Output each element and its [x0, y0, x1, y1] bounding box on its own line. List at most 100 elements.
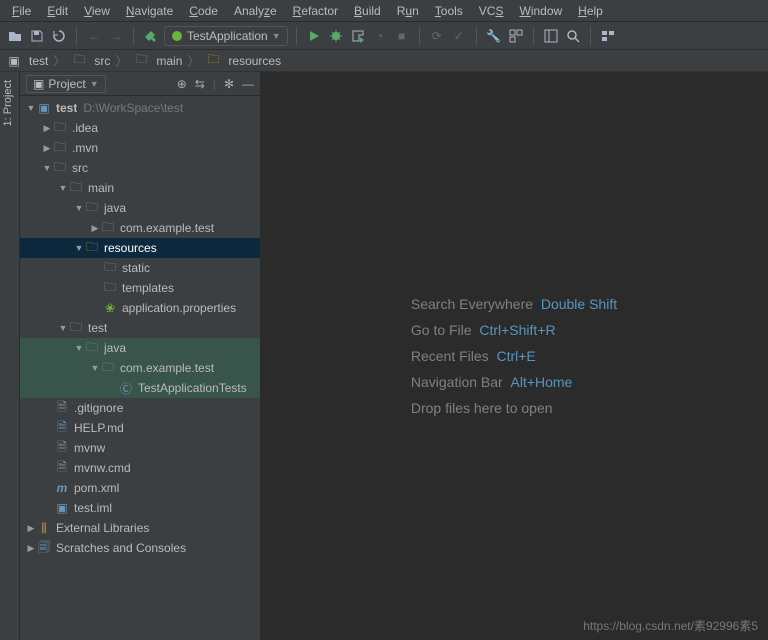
menu-help[interactable]: Help: [570, 2, 611, 20]
separator: [419, 27, 420, 45]
menu-file[interactable]: File: [4, 2, 39, 20]
tree-static[interactable]: 🗀static: [20, 258, 260, 278]
maven-icon: m: [54, 481, 70, 495]
chevron-down-icon: ▼: [272, 31, 281, 41]
tree-extlib[interactable]: ▶⫼External Libraries: [20, 518, 260, 538]
menu-analyze[interactable]: Analyze: [226, 2, 285, 20]
hint-recent: Recent Files: [411, 348, 489, 364]
debug-icon[interactable]: [327, 27, 345, 45]
tree-root[interactable]: ▼▣testD:\WorkSpace\test: [20, 98, 260, 118]
panel-view-selector[interactable]: ▣ Project ▼: [26, 75, 106, 93]
crumb-main[interactable]: 🗀main〉: [133, 50, 201, 71]
stop-icon[interactable]: ■: [393, 27, 411, 45]
gear-icon[interactable]: ✻: [224, 77, 234, 91]
menu-navigate[interactable]: Navigate: [118, 2, 181, 20]
project-icon: ▣: [33, 77, 44, 91]
tree-java-test[interactable]: ▼🗀java: [20, 338, 260, 358]
watermark: https://blog.csdn.net/素92996素5: [583, 617, 758, 634]
hint-nav-key: Alt+Home: [510, 374, 572, 390]
layout-icon[interactable]: [542, 27, 560, 45]
tree-mvn[interactable]: ▶🗀.mvn: [20, 138, 260, 158]
refresh-icon[interactable]: [50, 27, 68, 45]
menu-build[interactable]: Build: [346, 2, 389, 20]
hint-goto: Go to File: [411, 322, 472, 338]
folder-icon: 🗀: [52, 138, 68, 159]
separator: |: [213, 77, 216, 91]
md-icon: 🗎: [54, 418, 70, 439]
tree-main[interactable]: ▼🗀main: [20, 178, 260, 198]
tree-idea[interactable]: ▶🗀.idea: [20, 118, 260, 138]
library-icon: ⫼: [36, 521, 52, 536]
tree-test-class[interactable]: ⒸTestApplicationTests: [20, 378, 260, 398]
tree-appprops[interactable]: ❀application.properties: [20, 298, 260, 318]
resources-icon: 🗀: [205, 50, 221, 71]
crumb-test[interactable]: ▣test〉: [6, 52, 67, 69]
hint-recent-key: Ctrl+E: [496, 348, 535, 364]
forward-icon[interactable]: →: [107, 27, 125, 45]
run-icon[interactable]: [305, 27, 323, 45]
overflow-icon[interactable]: [599, 27, 617, 45]
hide-icon[interactable]: —: [242, 77, 254, 91]
tree-templates[interactable]: 🗀templates: [20, 278, 260, 298]
source-folder-icon: 🗀: [84, 198, 100, 219]
menu-tools[interactable]: Tools: [427, 2, 471, 20]
folder-icon: 🗀: [68, 178, 84, 199]
coverage-icon[interactable]: [349, 27, 367, 45]
crumb-src[interactable]: 🗀src〉: [71, 50, 129, 71]
git-update-icon[interactable]: ⟳: [428, 27, 446, 45]
tree-mvnw[interactable]: 🗎mvnw: [20, 438, 260, 458]
folder-icon: 🗀: [52, 158, 68, 179]
scratch-icon: 🗐: [36, 538, 52, 559]
project-tool-tab[interactable]: 1: Project: [0, 72, 16, 134]
open-icon[interactable]: [6, 27, 24, 45]
main-area: 1: Project ▣ Project ▼ ⊕ ⇆ | ✻ — ▼▣testD…: [0, 72, 768, 640]
tree-pom[interactable]: mpom.xml: [20, 478, 260, 498]
tree-mvnwcmd[interactable]: 🗎mvnw.cmd: [20, 458, 260, 478]
collapse-icon[interactable]: ⇆: [195, 77, 205, 91]
file-icon: 🗎: [54, 458, 70, 479]
hint-drop: Drop files here to open: [411, 400, 553, 416]
menu-code[interactable]: Code: [181, 2, 226, 20]
hint-goto-key: Ctrl+Shift+R: [479, 322, 555, 338]
panel-header: ▣ Project ▼ ⊕ ⇆ | ✻ —: [20, 72, 260, 96]
tree-test[interactable]: ▼🗀test: [20, 318, 260, 338]
save-icon[interactable]: [28, 27, 46, 45]
menu-run[interactable]: Run: [389, 2, 427, 20]
tree-pkg-test[interactable]: ▼🗀com.example.test: [20, 358, 260, 378]
tree-resources[interactable]: ▼🗀resources: [20, 238, 260, 258]
tree-scratch[interactable]: ▶🗐Scratches and Consoles: [20, 538, 260, 558]
tree-iml[interactable]: ▣test.iml: [20, 498, 260, 518]
test-folder-icon: 🗀: [84, 338, 100, 359]
menu-edit[interactable]: Edit: [39, 2, 76, 20]
git-commit-icon[interactable]: ✓: [450, 27, 468, 45]
separator: [533, 27, 534, 45]
separator: [590, 27, 591, 45]
locate-icon[interactable]: ⊕: [177, 77, 187, 91]
project-tree[interactable]: ▼▣testD:\WorkSpace\test ▶🗀.idea ▶🗀.mvn ▼…: [20, 96, 260, 640]
breadcrumb: ▣test〉 🗀src〉 🗀main〉 🗀resources: [0, 50, 768, 72]
folder-icon: 🗀: [52, 118, 68, 139]
tree-gitignore[interactable]: 🗎.gitignore: [20, 398, 260, 418]
tree-help[interactable]: 🗎HELP.md: [20, 418, 260, 438]
tree-src[interactable]: ▼🗀src: [20, 158, 260, 178]
class-icon: Ⓒ: [118, 380, 134, 397]
package-icon: 🗀: [100, 358, 116, 379]
run-config-label: TestApplication: [187, 29, 268, 43]
menu-window[interactable]: Window: [511, 2, 570, 20]
menu-refactor[interactable]: Refactor: [285, 2, 346, 20]
hint-search-key: Double Shift: [541, 296, 617, 312]
folder-icon: 🗀: [102, 258, 118, 279]
tree-java-main[interactable]: ▼🗀java: [20, 198, 260, 218]
build-icon[interactable]: [142, 27, 160, 45]
search-icon[interactable]: [564, 27, 582, 45]
structure-icon[interactable]: [507, 27, 525, 45]
menu-view[interactable]: View: [76, 2, 118, 20]
spring-icon: [171, 30, 183, 42]
run-config-selector[interactable]: TestApplication ▼: [164, 26, 288, 46]
menu-vcs[interactable]: VCS: [471, 2, 512, 20]
profile-icon[interactable]: ◔: [371, 27, 389, 45]
back-icon[interactable]: ←: [85, 27, 103, 45]
crumb-resources[interactable]: 🗀resources: [205, 50, 281, 71]
tree-pkg-main[interactable]: ▶🗀com.example.test: [20, 218, 260, 238]
wrench-icon[interactable]: 🔧: [485, 27, 503, 45]
